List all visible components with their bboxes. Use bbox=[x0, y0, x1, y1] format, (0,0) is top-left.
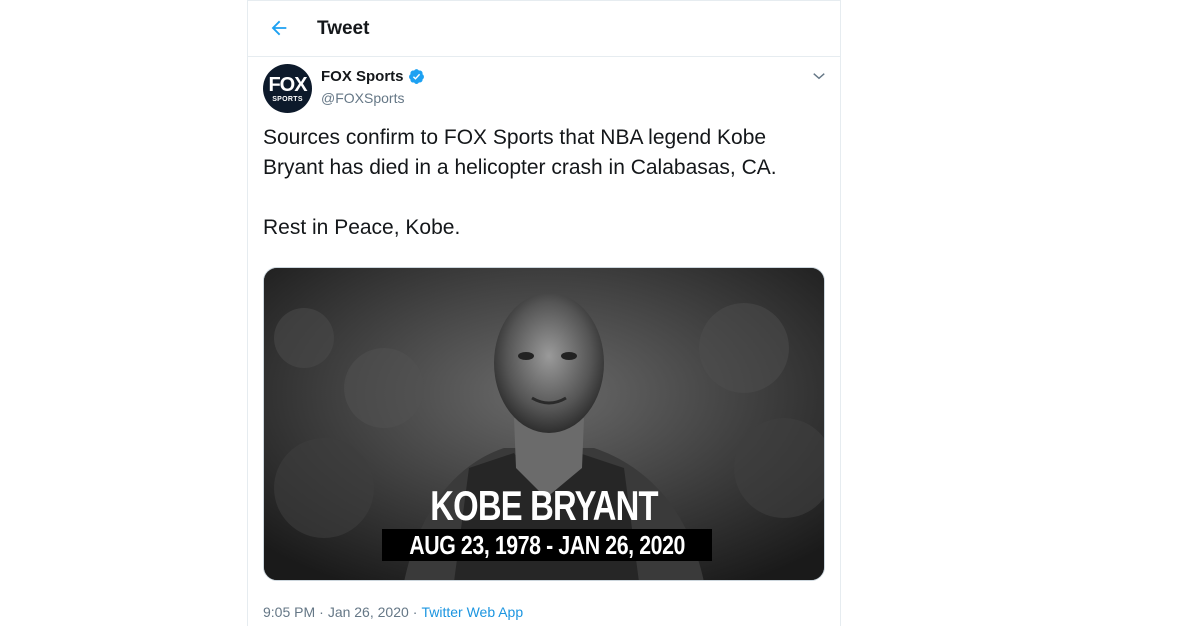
author-handle[interactable]: @FOXSports bbox=[321, 90, 404, 106]
page-title: Tweet bbox=[317, 18, 370, 39]
tweet-text-line: Rest in Peace, Kobe. bbox=[263, 216, 461, 239]
media-caption-name: KOBE BRYANT bbox=[430, 482, 658, 529]
more-options-button[interactable] bbox=[808, 65, 830, 87]
media-caption-dates: AUG 23, 1978 - JAN 26, 2020 bbox=[382, 529, 712, 561]
avatar-text-sports: SPORTS bbox=[272, 95, 303, 103]
meta-separator: · bbox=[319, 604, 324, 620]
tweet-text-line: Sources confirm to FOX Sports that NBA l… bbox=[263, 126, 777, 179]
tweet-source-link[interactable]: Twitter Web App bbox=[421, 604, 523, 620]
verified-badge-icon bbox=[408, 69, 424, 84]
tweet-meta: 9:05 PM · Jan 26, 2020 · Twitter Web App bbox=[263, 604, 523, 620]
tweet-date[interactable]: Jan 26, 2020 bbox=[328, 604, 409, 620]
back-button[interactable] bbox=[264, 13, 294, 43]
tweet-column: Tweet FOX SPORTS FOX Sports @FOXSports S… bbox=[247, 0, 841, 626]
media-caption-dates-text: AUG 23, 1978 - JAN 26, 2020 bbox=[409, 529, 685, 560]
tweet-media-image[interactable]: KOBE BRYANT AUG 23, 1978 - JAN 26, 2020 bbox=[263, 267, 825, 581]
avatar[interactable]: FOX SPORTS bbox=[263, 64, 312, 113]
arrow-left-icon bbox=[271, 20, 287, 36]
tweet-text: Sources confirm to FOX Sports that NBA l… bbox=[263, 123, 828, 243]
author-name-row: FOX Sports bbox=[321, 68, 425, 85]
tweet-time[interactable]: 9:05 PM bbox=[263, 604, 315, 620]
page-header: Tweet bbox=[248, 1, 840, 57]
chevron-down-icon bbox=[813, 73, 825, 80]
author-display-name[interactable]: FOX Sports bbox=[321, 68, 404, 85]
meta-separator: · bbox=[412, 604, 418, 620]
avatar-text-fox: FOX bbox=[268, 73, 307, 96]
